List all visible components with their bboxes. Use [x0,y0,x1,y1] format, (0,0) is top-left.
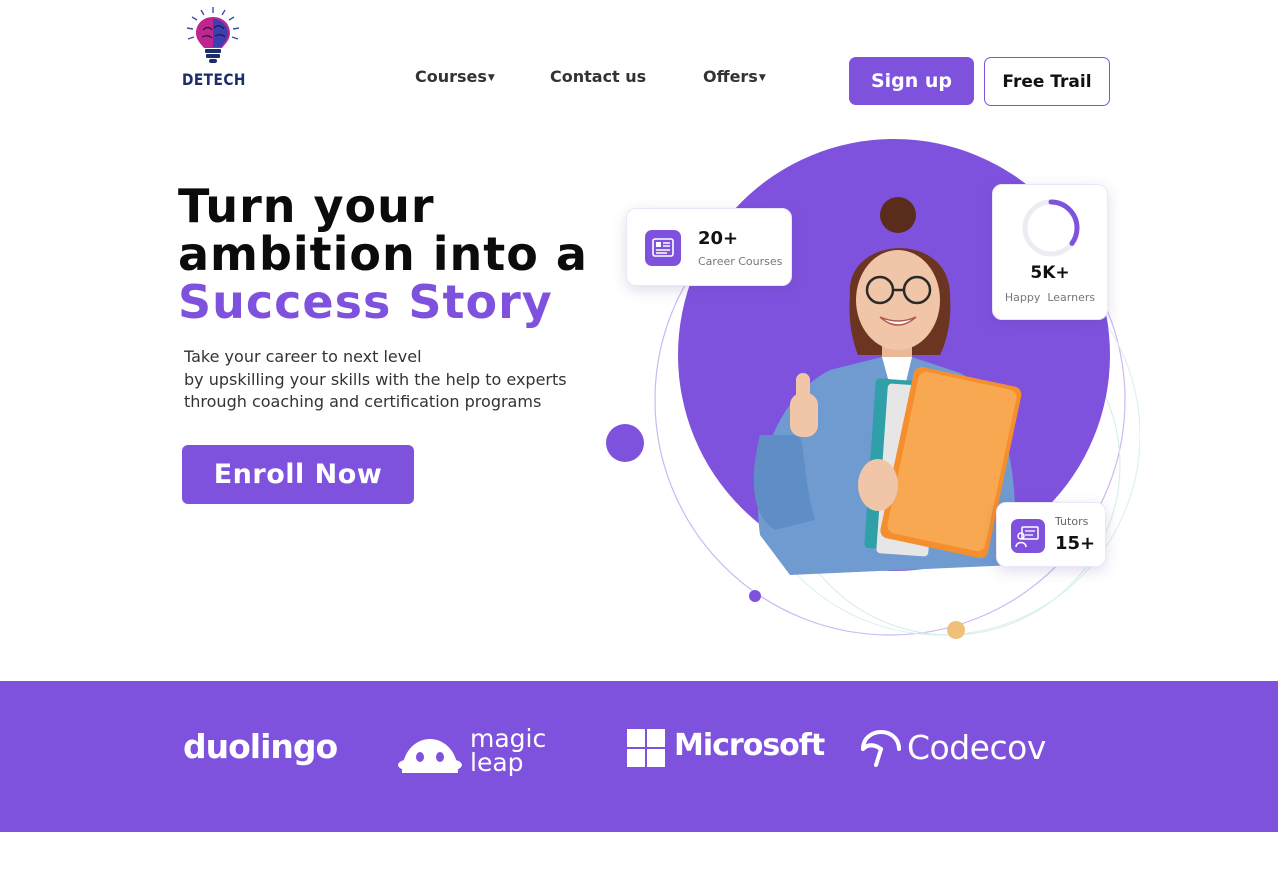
hero-title: Turn your ambition into a Success Story [178,182,588,326]
stat-courses-label: Career Courses [698,255,783,268]
partner-duolingo-logo: duolingo [183,727,338,766]
nav-contact[interactable]: Contact us [550,67,646,86]
progress-ring-icon [1022,199,1080,257]
magic-leap-mark-icon [398,739,462,773]
partners-band: duolingo magic leap Microsoft Codecov [0,681,1278,832]
enroll-now-button[interactable]: Enroll Now [182,445,414,504]
nav-courses[interactable]: Courses▼ [415,67,495,86]
lightbulb-brain-icon [186,7,240,63]
brand-logo[interactable]: DETECH [180,6,246,89]
signup-button[interactable]: Sign up [849,57,974,105]
stat-card-courses: 20+ Career Courses [626,208,792,286]
stat-card-learners: 5K+ Happy Learners [992,184,1108,320]
partner-magic-leap-logo: magic leap [398,726,558,781]
nav-courses-label: Courses [415,67,487,86]
certificate-icon [645,230,681,266]
brand-name: DETECH [182,70,246,89]
hero-subtitle-line2: by upskilling your skills with the help … [184,369,567,389]
hero-title-line1: Turn your [178,179,435,233]
stat-courses-value: 20+ [698,228,739,249]
hero-subtitle-line3: through coaching and certification progr… [184,392,542,411]
presenter-board-icon [1011,519,1045,553]
nav-offers[interactable]: Offers▼ [703,67,766,86]
hero-title-accent: Success Story [178,275,553,329]
hero-subtitle-line1: Take your career to next level [184,347,422,366]
stat-card-tutors: Tutors 15+ [996,502,1106,567]
nav-contact-label: Contact us [550,67,647,86]
codecov-wordmark: Codecov [907,728,1046,767]
magic-leap-line2: leap [470,748,524,777]
free-trial-button[interactable]: Free Trail [984,57,1110,106]
caret-down-icon: ▼ [487,72,495,83]
stat-tutors-label: Tutors [1055,515,1089,528]
stat-learners-value: 5K+ [1030,263,1070,283]
hero-title-line2: ambition into a [178,227,588,281]
hero-illustration: 20+ Career Courses 5K+ Happy Learners Tu… [600,135,1140,665]
microsoft-wordmark: Microsoft [674,728,825,763]
microsoft-grid-icon [627,729,665,767]
nav-offers-label: Offers [703,67,758,86]
caret-down-icon: ▼ [758,72,766,83]
hero-subtitle: Take your career to next level by upskil… [184,346,644,414]
stat-learners-label: Happy Learners [1004,291,1096,304]
codecov-umbrella-icon [861,729,901,767]
stat-tutors-value: 15+ [1055,533,1096,554]
